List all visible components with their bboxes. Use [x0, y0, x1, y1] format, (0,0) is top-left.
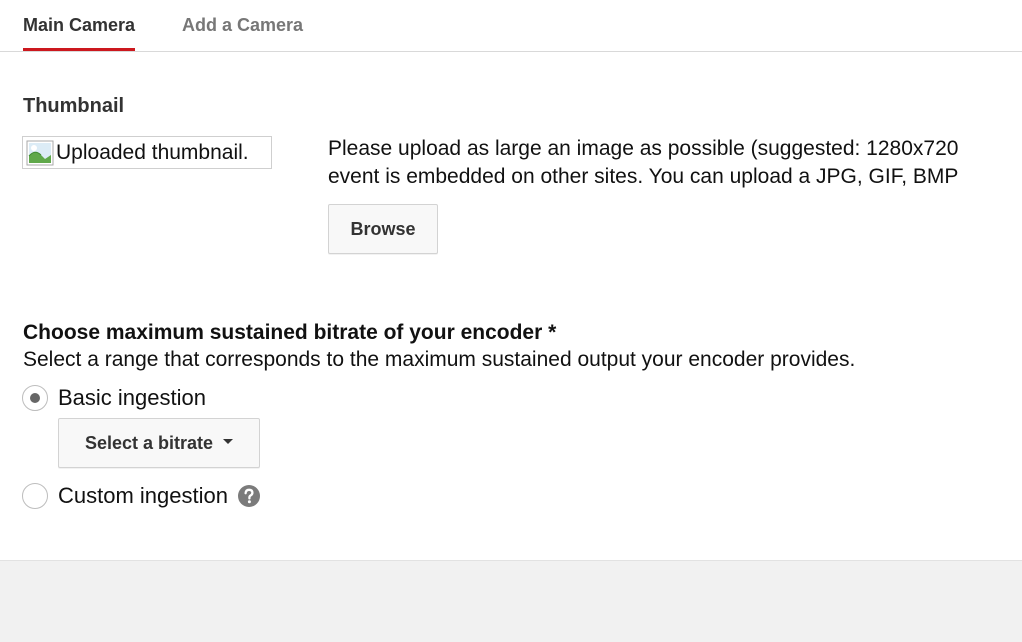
basic-ingestion-radio[interactable]: [22, 385, 48, 411]
upload-instructions: Please upload as large an image as possi…: [328, 135, 1022, 191]
browse-button-label: Browse: [350, 218, 416, 239]
bitrate-description: Select a range that corresponds to the m…: [23, 348, 856, 371]
question-mark-help-icon[interactable]: [237, 484, 261, 508]
tab-add-a-camera[interactable]: Add a Camera: [182, 13, 303, 50]
basic-ingestion-option[interactable]: Basic ingestion: [22, 384, 206, 412]
select-bitrate-dropdown[interactable]: Select a bitrate: [58, 418, 260, 468]
thumbnail-heading: Thumbnail: [23, 95, 125, 117]
custom-ingestion-option[interactable]: Custom ingestion: [22, 482, 261, 510]
thumbnail-image: Uploaded thumbnail.: [22, 136, 272, 169]
footer-area: [0, 560, 1022, 642]
browse-button[interactable]: Browse: [328, 204, 438, 254]
upload-instructions-line-1: Please upload as large an image as possi…: [328, 137, 959, 160]
bitrate-heading: Choose maximum sustained bitrate of your…: [23, 321, 557, 344]
tab-main-camera[interactable]: Main Camera: [23, 13, 136, 51]
broken-image-icon: [26, 140, 54, 165]
custom-ingestion-label: Custom ingestion: [58, 483, 228, 508]
tab-bar: Main Camera Add a Camera: [0, 0, 1022, 52]
select-bitrate-label: Select a bitrate: [84, 432, 214, 453]
upload-instructions-line-2: event is embedded on other sites. You ca…: [328, 165, 959, 188]
page: Main Camera Add a Camera Thumbnail Uploa…: [0, 0, 1022, 642]
custom-ingestion-radio[interactable]: [22, 483, 48, 509]
basic-ingestion-label: Basic ingestion: [58, 385, 206, 410]
caret-down-icon: [223, 438, 234, 444]
thumbnail-alt-text: Uploaded thumbnail.: [56, 140, 249, 164]
